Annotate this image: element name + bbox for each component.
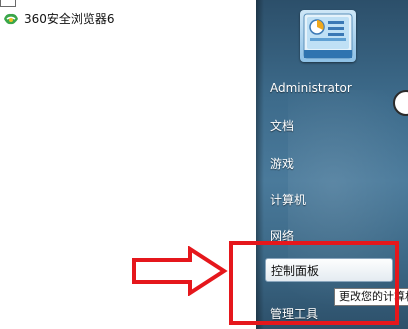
360-browser-icon [2,10,20,26]
menu-item-computer[interactable]: 计算机 [270,191,306,208]
menu-item-documents[interactable]: 文档 [270,117,294,134]
program-item-360-browser[interactable]: 360安全浏览器6 [0,8,250,28]
program-label: 360安全浏览器6 [24,11,115,26]
menu-item-administrator[interactable]: Administrator [270,81,352,95]
menu-item-games[interactable]: 游戏 [270,155,294,172]
outlined-right-arrow-icon [132,246,228,296]
scroll-edge-marker [0,0,16,7]
annotation-highlight-box [229,241,399,325]
control-panel-user-picture-icon[interactable] [300,10,356,62]
